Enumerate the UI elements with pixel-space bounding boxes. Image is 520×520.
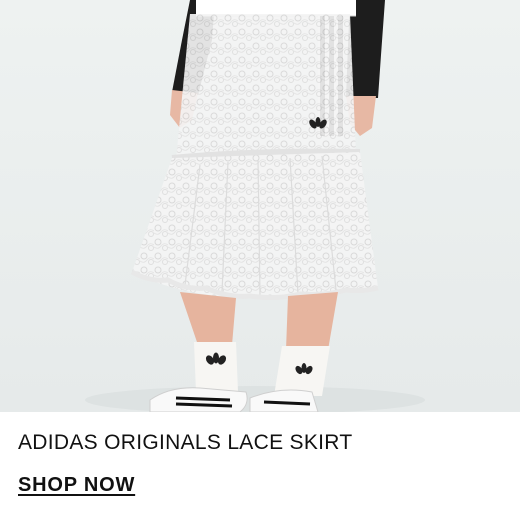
product-image[interactable] <box>0 0 520 412</box>
product-card[interactable]: ADIDAS ORIGINALS LACE SKIRT SHOP NOW <box>0 0 520 520</box>
shop-now-link[interactable]: SHOP NOW <box>18 474 135 497</box>
product-title[interactable]: ADIDAS ORIGINALS LACE SKIRT <box>18 431 352 455</box>
lace-skirt-illustration <box>0 0 520 412</box>
